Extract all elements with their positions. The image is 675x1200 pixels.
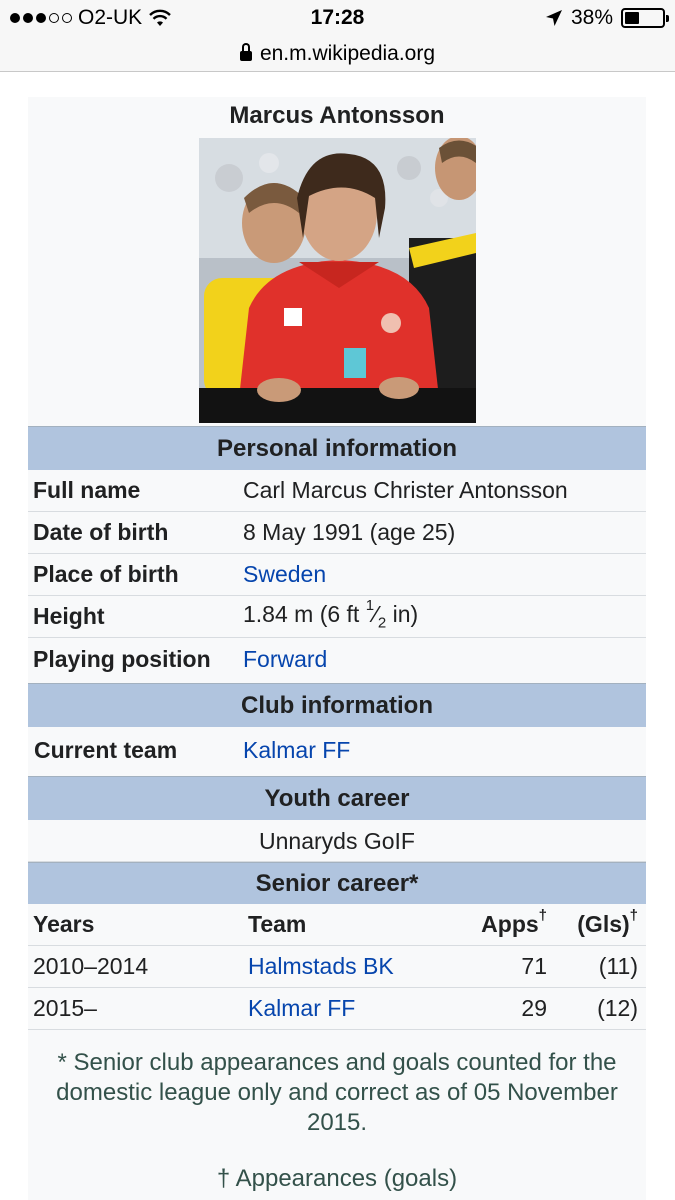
row-playing-position: Playing position Forward (28, 638, 646, 680)
section-youth-career: Youth career (28, 776, 646, 820)
height-label: Height (33, 603, 105, 629)
player-photo[interactable] (198, 138, 476, 423)
gls-dagger: † (629, 907, 638, 924)
header-apps-label: Apps (481, 911, 539, 937)
lock-icon (239, 42, 252, 63)
career-apps: 29 (521, 995, 547, 1021)
header-gls-label: (Gls) (577, 911, 630, 937)
row-current-team: Current team Kalmar FF (28, 727, 646, 773)
career-gls: (11) (598, 953, 638, 979)
section-personal-information: Personal information (28, 426, 646, 470)
pob-link[interactable]: Sweden (243, 561, 646, 588)
position-link[interactable]: Forward (243, 646, 646, 673)
height-main: 1.84 m (6 ft (243, 601, 366, 628)
carrier-info: O2-UK (10, 6, 172, 30)
status-bar: O2-UK 17:28 38% (0, 0, 675, 36)
infobox: Marcus Antonsson Personal information Fu… (28, 97, 646, 1200)
senior-career-footnote: * Senior club appearances and goals coun… (56, 1049, 618, 1136)
header-team: Team (248, 911, 307, 937)
row-height: Height 1.84 m (6 ft 1⁄2 in) (28, 596, 646, 638)
battery-percent: 38% (570, 6, 613, 29)
career-team-link[interactable]: Kalmar FF (248, 995, 448, 1022)
apps-dagger: † (538, 907, 547, 924)
header-apps: Apps† (448, 907, 547, 938)
height-fraction-num: 1 (365, 597, 375, 615)
row-place-of-birth: Place of birth Sweden (28, 554, 646, 596)
career-row: 2015– Kalmar FF 29 (12) (28, 988, 646, 1030)
pob-label: Place of birth (33, 561, 179, 587)
current-team-label: Current team (34, 736, 178, 763)
career-table-header: Years Team Apps† (Gls)† (28, 904, 646, 946)
position-label: Playing position (33, 645, 211, 672)
current-team-link[interactable]: Kalmar FF (243, 737, 646, 764)
career-team-link[interactable]: Halmstads BK (248, 953, 448, 980)
youth-team: Unnaryds GoIF (28, 820, 646, 862)
infobox-title: Marcus Antonsson (229, 102, 445, 129)
header-gls: (Gls)† (547, 907, 642, 938)
dob-value: 8 May 1991 (age 25) (243, 519, 456, 545)
section-club-information: Club information (28, 683, 646, 727)
career-apps: 71 (521, 953, 547, 979)
wifi-icon (149, 9, 172, 26)
battery-icon (621, 8, 669, 28)
height-fraction-den: 2 (377, 614, 387, 632)
url-text[interactable]: en.m.wikipedia.org (260, 42, 435, 66)
appearances-footnote: † Appearances (goals) (216, 1165, 458, 1192)
full-name-value: Carl Marcus Christer Antonsson (243, 477, 568, 503)
height-value: 1.84 m (6 ft 1⁄2 in) (243, 597, 646, 632)
full-name-label: Full name (33, 477, 141, 503)
section-senior-career: Senior career* (28, 862, 646, 904)
career-years: 2015– (33, 995, 97, 1021)
header-years: Years (33, 911, 95, 937)
carrier-name: O2-UK (78, 6, 143, 29)
row-full-name: Full name Carl Marcus Christer Antonsson (28, 470, 646, 512)
status-right: 38% (545, 6, 669, 30)
signal-strength-icon (10, 13, 72, 23)
dob-label: Date of birth (33, 519, 169, 545)
career-gls: (12) (597, 995, 638, 1021)
row-date-of-birth: Date of birth 8 May 1991 (age 25) (28, 512, 646, 554)
location-arrow-icon (545, 10, 562, 26)
career-years: 2010–2014 (33, 953, 149, 979)
address-bar[interactable]: en.m.wikipedia.org (0, 36, 675, 72)
career-row: 2010–2014 Halmstads BK 71 (11) (28, 946, 646, 988)
height-end: in) (386, 601, 419, 628)
